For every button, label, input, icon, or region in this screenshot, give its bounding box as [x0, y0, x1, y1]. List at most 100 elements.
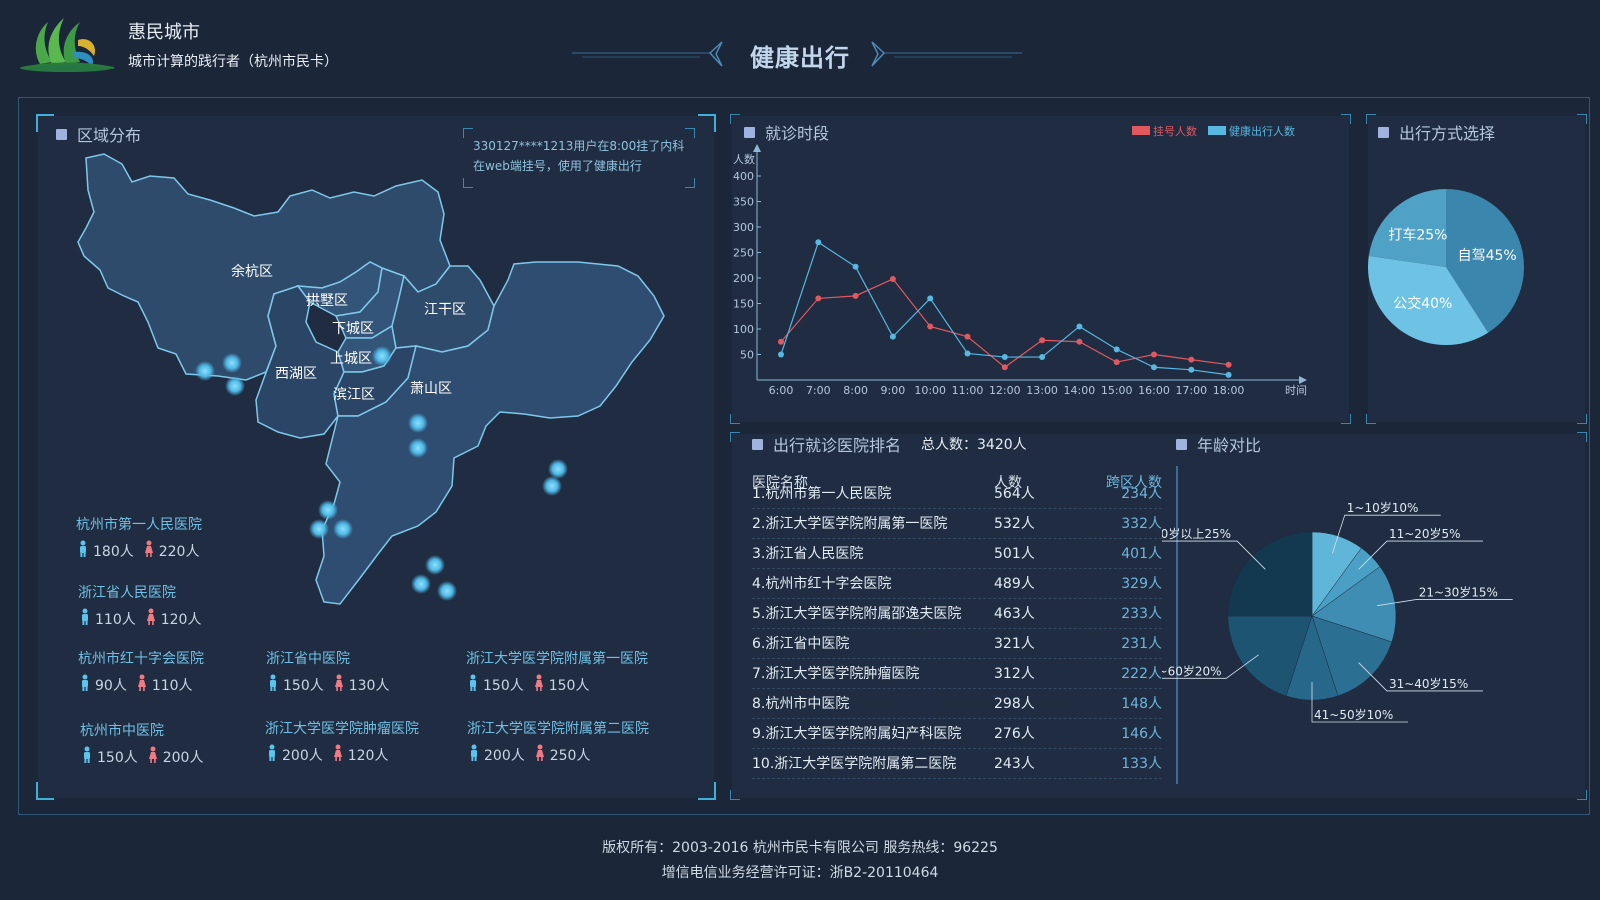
cross-district-cell: 234人 — [1121, 486, 1162, 502]
data-point[interactable] — [1039, 354, 1046, 361]
region-panel-title: 区域分布 — [56, 122, 141, 146]
table-row[interactable]: 1.杭州市第一人民医院 564人 234人 — [752, 479, 1162, 509]
table-row[interactable]: 2.浙江大学医学院附属第一医院 532人 332人 — [752, 509, 1162, 539]
corner-br — [1577, 790, 1587, 800]
count-cell: 321人 — [994, 636, 1035, 652]
region-panel: 余杭区 拱墅区 下城区 江干区 上城区 西湖区 滨江区 萧山区 区域分布 330… — [36, 114, 716, 800]
table-row[interactable]: 10.浙江大学医学院附属第二医院 243人 133人 — [752, 749, 1162, 779]
cross-district-cell: 233人 — [1121, 606, 1162, 622]
data-point[interactable] — [927, 295, 934, 302]
age-panel-title: 年龄对比 — [1176, 432, 1261, 456]
cross-district-cell: 133人 — [1121, 756, 1162, 772]
hotspot[interactable] — [408, 413, 428, 433]
hotspot[interactable] — [437, 581, 457, 601]
page-title: 健康出行 — [750, 44, 850, 72]
female-icon — [144, 608, 161, 630]
male-stat: 110人 — [78, 608, 136, 630]
female-count: 200人 — [162, 750, 204, 766]
leader-line — [1377, 599, 1513, 607]
hotspot[interactable] — [408, 438, 428, 458]
data-point[interactable] — [1188, 366, 1195, 373]
data-point[interactable] — [889, 276, 896, 283]
hotspot[interactable] — [542, 476, 562, 496]
hospital-stats: 150人 200人 — [80, 746, 211, 768]
rank-title-text: 出行就诊医院排名 — [773, 436, 902, 455]
hotspot[interactable] — [425, 555, 445, 575]
y-tick-label: 300 — [733, 221, 754, 234]
data-point[interactable] — [778, 338, 784, 345]
data-point[interactable] — [889, 333, 896, 340]
hospital-name: 杭州市中医院 — [80, 723, 164, 739]
female-count: 120人 — [160, 612, 202, 628]
data-point[interactable] — [1188, 356, 1195, 363]
corner-bl — [730, 790, 740, 800]
table-row[interactable]: 9.浙江大学医学院附属妇产科医院 276人 146人 — [752, 719, 1162, 749]
data-point[interactable] — [1001, 364, 1008, 371]
district-label: 江干区 — [424, 302, 466, 318]
hospital-item[interactable]: 浙江大学医学院附属第一医院 150人 150人 — [466, 648, 648, 696]
pie-slice-label: 60岁以上25% — [1162, 526, 1231, 541]
data-point[interactable] — [815, 295, 822, 302]
data-point[interactable] — [927, 323, 934, 330]
hospital-name-cell: 4.杭州市红十字会医院 — [752, 576, 892, 592]
hospital-item[interactable]: 浙江大学医学院肿瘤医院 200人 120人 — [265, 718, 419, 766]
data-point[interactable] — [1151, 351, 1157, 358]
data-point[interactable] — [1225, 361, 1232, 368]
hospital-item[interactable]: 浙江省人民医院 110人 120人 — [78, 582, 209, 630]
hospital-name-cell: 6.浙江省中医院 — [752, 636, 850, 652]
hotspot[interactable] — [225, 376, 245, 396]
male-count: 150人 — [97, 750, 138, 766]
data-point[interactable] — [964, 350, 971, 357]
hospital-stats: 110人 120人 — [78, 608, 209, 630]
data-point[interactable] — [778, 351, 784, 358]
table-row[interactable]: 3.浙江省人民医院 501人 401人 — [752, 539, 1162, 569]
data-point[interactable] — [1076, 338, 1083, 345]
header: 惠民城市 城市计算的践行者（杭州市民卡） 健康出行 — [0, 0, 1600, 92]
title-square-icon — [56, 128, 67, 140]
data-point[interactable] — [1076, 323, 1083, 330]
hotspot[interactable] — [318, 500, 338, 520]
male-count: 200人 — [484, 748, 525, 764]
hotspot[interactable] — [222, 353, 242, 373]
table-row[interactable]: 4.杭州市红十字会医院 489人 329人 — [752, 569, 1162, 599]
data-point[interactable] — [1113, 346, 1120, 353]
data-point[interactable] — [1151, 364, 1157, 371]
data-point[interactable] — [852, 263, 859, 270]
male-count: 150人 — [483, 678, 524, 694]
hotspot[interactable] — [372, 346, 392, 366]
data-point[interactable] — [1001, 354, 1008, 361]
hotspot[interactable] — [333, 519, 353, 539]
hospital-item[interactable]: 浙江大学医学院附属第二医院 200人 250人 — [467, 718, 649, 766]
y-tick-label: 250 — [733, 247, 754, 260]
age-pie-chart[interactable]: 1~10岁10% 11~20岁5% 21~30岁15% 31~40岁15% 41~50岁… — [1162, 464, 1582, 784]
x-tick-label: 13:00 — [1026, 384, 1058, 397]
x-tick-label: 14:00 — [1064, 384, 1096, 397]
hotspot[interactable] — [548, 459, 568, 479]
table-row[interactable]: 6.浙江省中医院 321人 231人 — [752, 629, 1162, 659]
travel-mode-pie-chart[interactable]: 自驾45% 公交40% 打车25% — [1368, 116, 1585, 422]
male-count: 90人 — [95, 678, 127, 694]
count-cell: 489人 — [994, 576, 1035, 592]
data-point[interactable] — [1039, 337, 1046, 344]
hospital-name: 浙江大学医学院附属第一医院 — [466, 651, 648, 667]
data-point[interactable] — [815, 239, 822, 246]
hospital-item[interactable]: 浙江省中医院 150人 130人 — [266, 648, 397, 696]
hotspot[interactable] — [309, 519, 329, 539]
data-point[interactable] — [1225, 371, 1232, 378]
data-point[interactable] — [964, 333, 971, 340]
hospital-item[interactable]: 杭州市红十字会医院 90人 110人 — [78, 648, 204, 696]
data-point[interactable] — [852, 292, 859, 299]
hotspot[interactable] — [195, 361, 215, 381]
hospital-item[interactable]: 杭州市第一人民医院 180人 220人 — [76, 514, 207, 562]
x-tick-label: 16:00 — [1138, 384, 1170, 397]
data-point[interactable] — [1113, 359, 1120, 366]
table-row[interactable]: 5.浙江大学医学院附属邵逸夫医院 463人 233人 — [752, 599, 1162, 629]
table-row[interactable]: 8.杭州市中医院 298人 148人 — [752, 689, 1162, 719]
district-label: 萧山区 — [410, 381, 452, 397]
hospital-item[interactable]: 杭州市中医院 150人 200人 — [80, 720, 211, 768]
table-row[interactable]: 7.浙江大学医学院肿瘤医院 312人 222人 — [752, 659, 1162, 689]
hotspot[interactable] — [411, 574, 431, 594]
visit-time-line-chart[interactable]: 人数时间 50 100 150 200 250 300 350 400 6:00 7:00 8:00 9… — [732, 116, 1349, 422]
legend-swatch — [1208, 126, 1226, 135]
female-stat: 130人 — [332, 674, 389, 696]
